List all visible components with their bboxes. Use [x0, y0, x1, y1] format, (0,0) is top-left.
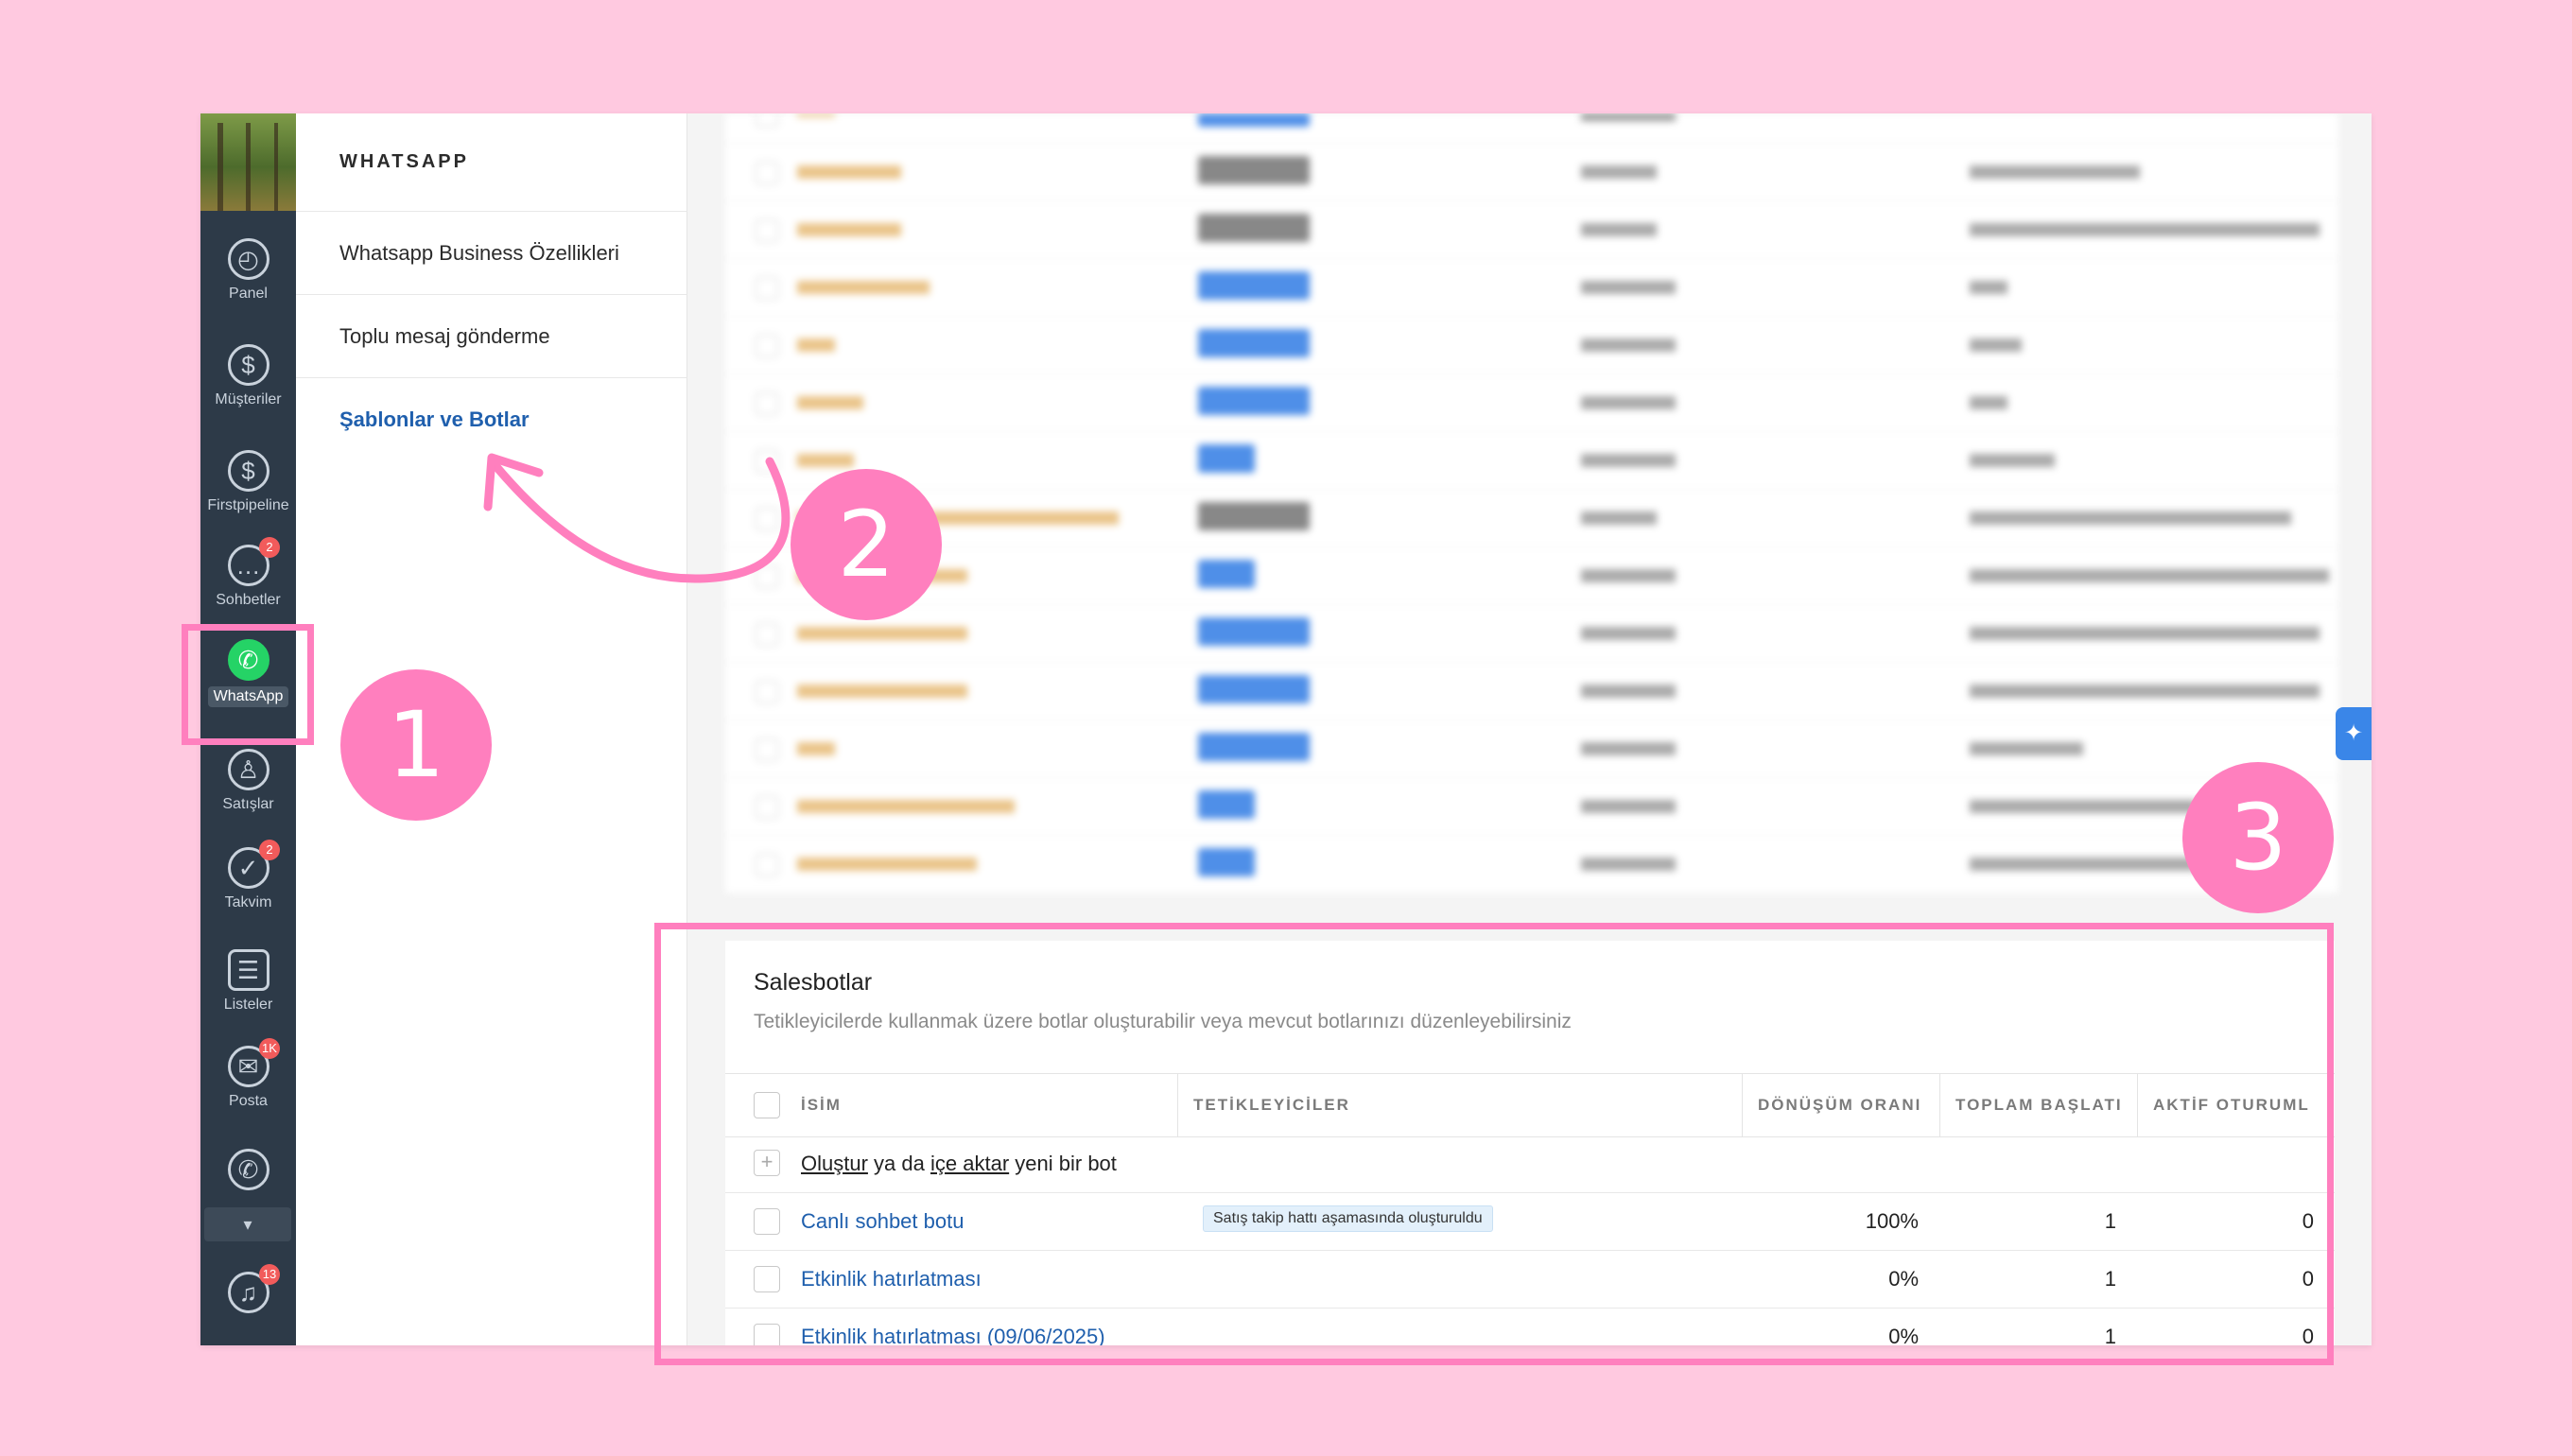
step-marker-2: 2 — [791, 469, 942, 620]
step-marker-1: 1 — [340, 669, 492, 821]
step-marker-3: 3 — [2182, 762, 2334, 913]
